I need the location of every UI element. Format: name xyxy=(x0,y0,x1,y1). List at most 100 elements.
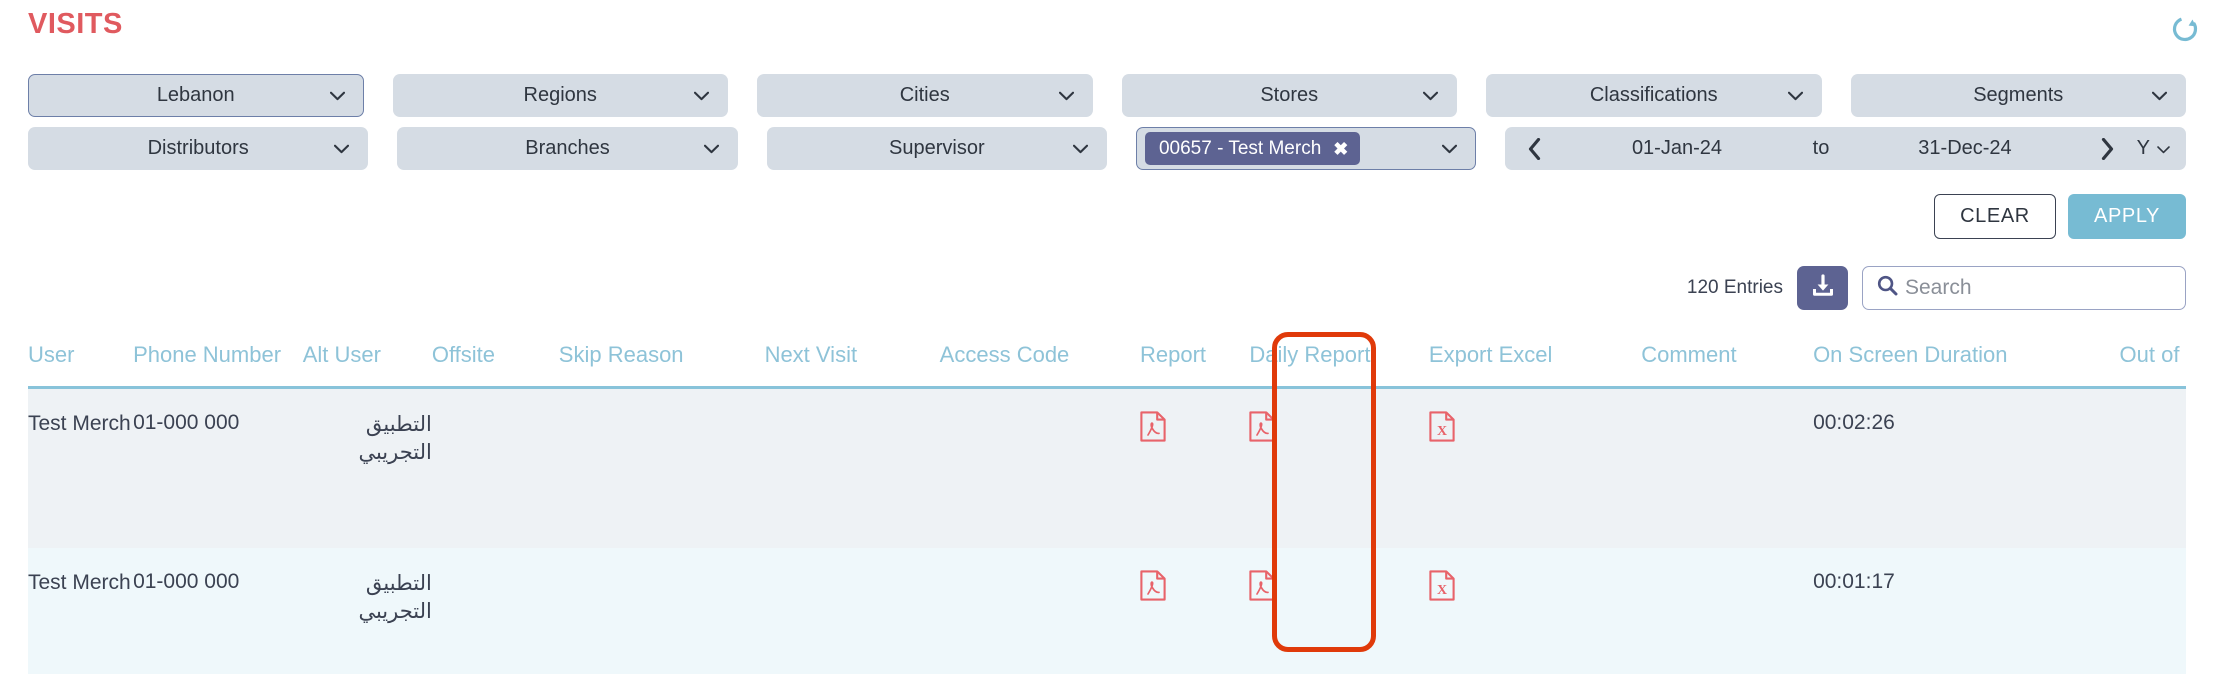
date-granularity-select[interactable]: Y xyxy=(2137,137,2170,160)
apply-button[interactable]: APPLY xyxy=(2068,194,2186,239)
col-header-comment[interactable]: Comment xyxy=(1641,330,1813,388)
chevron-down-icon xyxy=(1442,144,1457,153)
pdf-file-icon[interactable] xyxy=(1249,411,1275,448)
cell-user: Test Merch xyxy=(28,388,133,548)
col-header-on-screen-duration[interactable]: On Screen Duration xyxy=(1813,330,2119,388)
chevron-down-icon xyxy=(2157,137,2170,160)
page-title: VISITS xyxy=(28,8,123,41)
filter-merchandiser[interactable]: 00657 - Test Merch ✖ xyxy=(1136,127,1476,170)
cell-next-visit xyxy=(765,548,940,674)
date-range-until[interactable]: 31-Dec-24 xyxy=(1835,137,2094,160)
col-header-offsite[interactable]: Offsite xyxy=(432,330,559,388)
filter-panel: Lebanon Regions Cities xyxy=(28,74,2186,180)
date-range-separator: to xyxy=(1807,137,1836,160)
chevron-down-icon xyxy=(330,91,345,100)
cell-report[interactable] xyxy=(1140,388,1249,548)
cell-out-of-range xyxy=(2120,548,2186,674)
cell-on-screen-duration: 00:01:17 xyxy=(1813,548,2119,674)
col-header-next-visit[interactable]: Next Visit xyxy=(765,330,940,388)
chevron-left-icon[interactable] xyxy=(1521,138,1547,160)
filter-segments[interactable]: Segments xyxy=(1851,74,2187,117)
cell-daily-report[interactable] xyxy=(1249,388,1429,548)
cell-export-excel[interactable]: X xyxy=(1429,548,1641,674)
chevron-down-icon xyxy=(334,144,349,153)
cell-phone-number: 01-000 000 xyxy=(133,548,303,674)
col-header-report[interactable]: Report xyxy=(1140,330,1249,388)
filter-segments-label: Segments xyxy=(1973,84,2063,107)
filter-branches-label: Branches xyxy=(525,137,610,160)
cell-phone-number: 01-000 000 xyxy=(133,388,303,548)
filter-classifications[interactable]: Classifications xyxy=(1486,74,1822,117)
filter-actions: CLEAR APPLY xyxy=(1934,194,2186,239)
entries-count: 120 Entries xyxy=(1687,277,1783,299)
cell-offsite xyxy=(432,548,559,674)
download-icon xyxy=(1810,273,1836,304)
search-icon xyxy=(1877,275,1898,301)
merchandiser-token[interactable]: 00657 - Test Merch ✖ xyxy=(1145,132,1360,165)
date-range-from[interactable]: 01-Jan-24 xyxy=(1547,137,1806,160)
cell-access-code xyxy=(940,388,1140,548)
cell-alt-user: التطبيق التجريبي xyxy=(303,548,432,674)
filter-supervisor[interactable]: Supervisor xyxy=(767,127,1107,170)
filter-branches[interactable]: Branches xyxy=(397,127,737,170)
filter-stores[interactable]: Stores xyxy=(1122,74,1458,117)
close-x-icon[interactable]: ✖ xyxy=(1333,140,1348,158)
cell-daily-report[interactable] xyxy=(1249,548,1429,674)
filter-country[interactable]: Lebanon xyxy=(28,74,364,117)
visits-page: VISITS Lebanon Regions xyxy=(0,0,2214,674)
clear-button[interactable]: CLEAR xyxy=(1934,194,2056,239)
pdf-file-icon[interactable] xyxy=(1140,570,1166,607)
visits-table: User Phone Number Alt User Offsite Skip … xyxy=(28,330,2186,674)
chevron-down-icon xyxy=(2152,91,2167,100)
col-header-skip-reason[interactable]: Skip Reason xyxy=(559,330,765,388)
col-header-daily-report[interactable]: Daily Report xyxy=(1249,330,1429,388)
svg-text:X: X xyxy=(1437,583,1447,598)
filter-regions-label: Regions xyxy=(524,84,597,107)
table-toolbar: 120 Entries xyxy=(1687,266,2186,310)
filter-stores-label: Stores xyxy=(1260,84,1318,107)
cell-access-code xyxy=(940,548,1140,674)
search-input[interactable] xyxy=(1905,276,2176,300)
cell-comment xyxy=(1641,388,1813,548)
filter-cities[interactable]: Cities xyxy=(757,74,1093,117)
col-header-phone-number[interactable]: Phone Number xyxy=(133,330,303,388)
col-header-alt-user[interactable]: Alt User xyxy=(303,330,432,388)
svg-text:X: X xyxy=(1437,424,1447,439)
chevron-down-icon xyxy=(704,144,719,153)
chevron-down-icon xyxy=(1073,144,1088,153)
filter-row-2: Distributors Branches Supervisor xyxy=(28,127,2186,170)
col-header-export-excel[interactable]: Export Excel xyxy=(1429,330,1641,388)
cell-on-screen-duration: 00:02:26 xyxy=(1813,388,2119,548)
filter-distributors[interactable]: Distributors xyxy=(28,127,368,170)
col-header-access-code[interactable]: Access Code xyxy=(940,330,1140,388)
table-row[interactable]: Test Merch 01-000 000 التطبيق التجريبي xyxy=(28,388,2186,548)
filter-regions[interactable]: Regions xyxy=(393,74,729,117)
col-header-user[interactable]: User xyxy=(28,330,133,388)
filter-supervisor-label: Supervisor xyxy=(889,137,985,160)
refresh-icon[interactable] xyxy=(2172,16,2198,42)
filter-country-label: Lebanon xyxy=(157,84,235,107)
excel-file-icon[interactable]: X xyxy=(1429,570,1455,607)
export-download-button[interactable] xyxy=(1797,266,1848,310)
table-header-row: User Phone Number Alt User Offsite Skip … xyxy=(28,330,2186,388)
chevron-down-icon xyxy=(1788,91,1803,100)
merchandiser-token-label: 00657 - Test Merch xyxy=(1159,138,1321,160)
chevron-down-icon xyxy=(1059,91,1074,100)
cell-report[interactable] xyxy=(1140,548,1249,674)
date-range-picker[interactable]: 01-Jan-24 to 31-Dec-24 Y xyxy=(1505,127,2186,170)
chevron-right-icon[interactable] xyxy=(2095,138,2121,160)
table-row[interactable]: Test Merch 01-000 000 التطبيق التجريبي xyxy=(28,548,2186,674)
cell-export-excel[interactable]: X xyxy=(1429,388,1641,548)
cell-user: Test Merch xyxy=(28,548,133,674)
pdf-file-icon[interactable] xyxy=(1140,411,1166,448)
filter-distributors-label: Distributors xyxy=(148,137,249,160)
col-header-out-of-range[interactable]: Out of R xyxy=(2120,330,2186,388)
cell-skip-reason xyxy=(559,548,765,674)
search-box[interactable] xyxy=(1862,266,2186,310)
excel-file-icon[interactable]: X xyxy=(1429,411,1455,448)
filter-classifications-label: Classifications xyxy=(1590,84,1718,107)
cell-next-visit xyxy=(765,388,940,548)
chevron-down-icon xyxy=(1423,91,1438,100)
pdf-file-icon[interactable] xyxy=(1249,570,1275,607)
cell-out-of-range xyxy=(2120,388,2186,548)
